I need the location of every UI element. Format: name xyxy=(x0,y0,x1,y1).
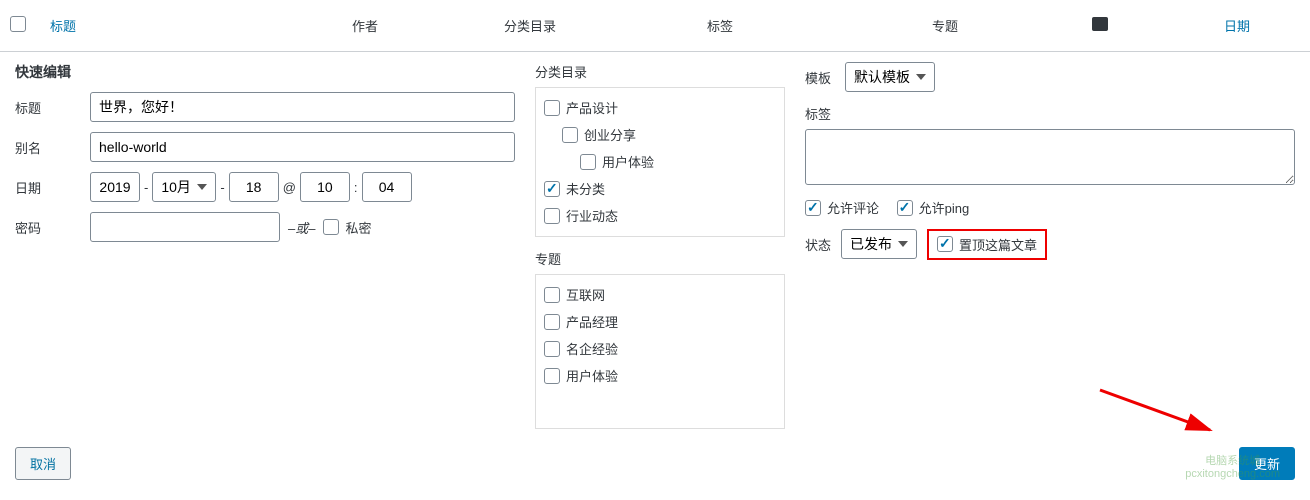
tags-label: 标签 xyxy=(805,104,1295,123)
select-all-checkbox[interactable] xyxy=(10,16,26,32)
topic-name: 产品经理 xyxy=(566,312,618,331)
allow-ping-option[interactable]: 允许ping xyxy=(897,198,970,217)
topic-name: 用户体验 xyxy=(566,366,618,385)
date-label: 日期 xyxy=(15,178,90,197)
topic-item[interactable]: 互联网 xyxy=(544,281,776,308)
category-checkbox[interactable] xyxy=(544,208,560,224)
column-tags: 标签 xyxy=(620,8,820,43)
topic-item[interactable]: 产品经理 xyxy=(544,308,776,335)
category-name: 创业分享 xyxy=(584,125,636,144)
status-label: 状态 xyxy=(805,235,831,254)
template-label: 模板 xyxy=(805,68,845,87)
date-separator: - xyxy=(144,180,148,195)
category-item[interactable]: 行业动态 xyxy=(544,202,776,229)
quick-edit-legend: 快速编辑 xyxy=(15,62,515,82)
month-select[interactable]: 10月 xyxy=(152,172,216,202)
hour-input[interactable] xyxy=(300,172,350,202)
topic-checkbox[interactable] xyxy=(544,368,560,384)
date-separator: - xyxy=(220,180,224,195)
topic-name: 名企经验 xyxy=(566,339,618,358)
column-comments[interactable] xyxy=(1070,9,1130,42)
at-symbol: @ xyxy=(283,180,296,195)
or-text: –或– xyxy=(288,218,315,237)
column-date[interactable]: 日期 xyxy=(1130,8,1310,43)
watermark: 电脑系统城 pcxitongcheng.com xyxy=(1185,452,1280,480)
allow-ping-label: 允许ping xyxy=(919,198,970,217)
title-label: 标题 xyxy=(15,98,90,117)
topic-name: 互联网 xyxy=(566,285,605,304)
category-checkbox[interactable] xyxy=(544,181,560,197)
topics-label: 专题 xyxy=(535,249,785,268)
categories-list[interactable]: 产品设计创业分享用户体验未分类行业动态 xyxy=(535,87,785,237)
password-label: 密码 xyxy=(15,218,90,237)
tags-textarea[interactable] xyxy=(805,129,1295,185)
topic-item[interactable]: 名企经验 xyxy=(544,335,776,362)
category-checkbox[interactable] xyxy=(544,100,560,116)
allow-comments-checkbox[interactable] xyxy=(805,200,821,216)
allow-comments-option[interactable]: 允许评论 xyxy=(805,198,879,217)
category-name: 用户体验 xyxy=(602,152,654,171)
categories-label: 分类目录 xyxy=(535,62,785,81)
topic-checkbox[interactable] xyxy=(544,287,560,303)
private-checkbox[interactable] xyxy=(323,219,339,235)
topic-checkbox[interactable] xyxy=(544,314,560,330)
allow-ping-checkbox[interactable] xyxy=(897,200,913,216)
category-item[interactable]: 未分类 xyxy=(544,175,776,202)
topic-item[interactable]: 用户体验 xyxy=(544,362,776,389)
sticky-label: 置顶这篇文章 xyxy=(959,235,1037,254)
category-item[interactable]: 用户体验 xyxy=(544,148,776,175)
category-name: 产品设计 xyxy=(566,98,618,117)
quick-edit-panel: 快速编辑 标题 别名 日期 - 10月 - @ : xyxy=(0,52,1310,495)
time-colon: : xyxy=(354,180,358,195)
slug-label: 别名 xyxy=(15,138,90,157)
title-input[interactable] xyxy=(90,92,515,122)
allow-comments-label: 允许评论 xyxy=(827,198,879,217)
template-select[interactable]: 默认模板 xyxy=(845,62,935,92)
column-title[interactable]: 标题 xyxy=(40,8,290,43)
column-category: 分类目录 xyxy=(440,8,620,43)
day-input[interactable] xyxy=(229,172,279,202)
table-header: 标题 作者 分类目录 标签 专题 日期 xyxy=(0,0,1310,52)
topic-checkbox[interactable] xyxy=(544,341,560,357)
select-all-cell xyxy=(0,8,40,43)
minute-input[interactable] xyxy=(362,172,412,202)
category-checkbox[interactable] xyxy=(580,154,596,170)
column-author: 作者 xyxy=(290,8,440,43)
slug-input[interactable] xyxy=(90,132,515,162)
sticky-highlight: 置顶这篇文章 xyxy=(927,229,1047,260)
category-checkbox[interactable] xyxy=(562,127,578,143)
category-name: 未分类 xyxy=(566,179,605,198)
column-topic: 专题 xyxy=(820,8,1070,43)
sticky-checkbox[interactable] xyxy=(937,236,953,252)
private-label: 私密 xyxy=(345,218,371,237)
cancel-button[interactable]: 取消 xyxy=(15,447,71,480)
year-input[interactable] xyxy=(90,172,140,202)
category-item[interactable]: 产品设计 xyxy=(544,94,776,121)
status-select[interactable]: 已发布 xyxy=(841,229,917,259)
topics-list[interactable]: 互联网产品经理名企经验用户体验 xyxy=(535,274,785,429)
comment-icon xyxy=(1092,17,1108,31)
password-input[interactable] xyxy=(90,212,280,242)
category-name: 行业动态 xyxy=(566,206,618,225)
category-item[interactable]: 创业分享 xyxy=(544,121,776,148)
